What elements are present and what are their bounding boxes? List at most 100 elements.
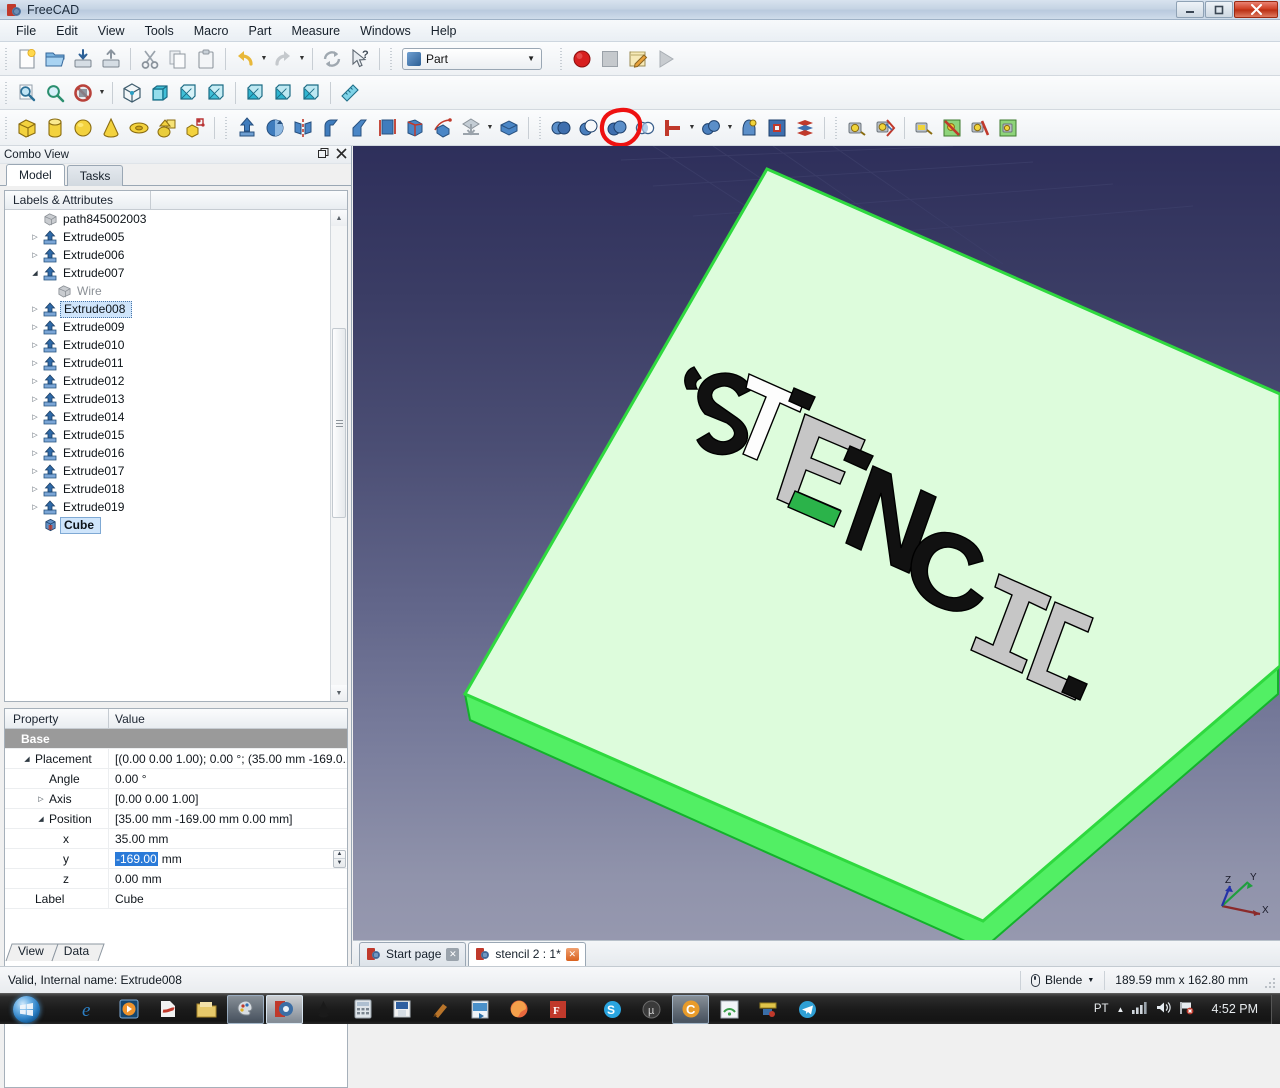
tree-expander-icon[interactable]: ▷ — [29, 503, 41, 511]
speaker-icon[interactable] — [1156, 1001, 1172, 1017]
toolbar-grip[interactable] — [223, 116, 230, 139]
tree-expander-icon[interactable]: ▷ — [29, 413, 41, 421]
menu-file[interactable]: File — [6, 21, 46, 41]
toolbar-grip[interactable] — [388, 47, 395, 70]
tree-item-extrude006[interactable]: ▷ Extrude006 — [5, 246, 331, 264]
minimize-button[interactable] — [1176, 1, 1204, 18]
measure-clear-all-button[interactable] — [966, 114, 994, 142]
tab-stencil-document[interactable]: stencil 2 : 1* ✕ — [468, 941, 586, 966]
menu-part[interactable]: Part — [239, 21, 282, 41]
taskbar-media-player[interactable] — [110, 995, 147, 1024]
new-document-button[interactable] — [13, 45, 41, 73]
toolbar-grip[interactable] — [833, 116, 840, 139]
toolbar-grip[interactable] — [3, 81, 10, 104]
tree-expander-icon[interactable]: ▷ — [29, 323, 41, 331]
taskbar-calculator[interactable] — [344, 995, 381, 1024]
tree-expander-icon[interactable]: ▷ — [29, 359, 41, 367]
tab-model[interactable]: Model — [6, 164, 65, 186]
property-expander-icon[interactable]: ◢ — [19, 755, 35, 763]
refresh-button[interactable] — [318, 45, 346, 73]
tree-item-extrude014[interactable]: ▷ Extrude014 — [5, 408, 331, 426]
tree-expander-icon[interactable]: ▷ — [29, 377, 41, 385]
close-icon[interactable] — [336, 148, 347, 162]
defeaturing-button[interactable] — [763, 114, 791, 142]
tree-item-extrude010[interactable]: ▷ Extrude010 — [5, 336, 331, 354]
fit-all-button[interactable] — [13, 79, 41, 107]
tree-expander-icon[interactable]: ▷ — [29, 395, 41, 403]
ruled-surface-button[interactable] — [373, 114, 401, 142]
section-dropdown-arrow[interactable]: ▼ — [485, 116, 495, 140]
taskbar-file-explorer[interactable] — [188, 995, 225, 1024]
section-button[interactable] — [457, 114, 485, 142]
taskbar-floppy-app[interactable] — [383, 995, 420, 1024]
signal-bars-icon[interactable] — [1132, 1001, 1148, 1017]
tree-expander-icon[interactable]: ▷ — [29, 305, 41, 313]
tree-expander-icon[interactable]: ◢ — [29, 269, 41, 277]
fit-selection-button[interactable] — [41, 79, 69, 107]
taskbar-gimp[interactable] — [422, 995, 459, 1024]
tree-expander-icon[interactable]: ▷ — [29, 431, 41, 439]
taskbar-wifi-app[interactable] — [711, 995, 748, 1024]
chamfer-button[interactable] — [345, 114, 373, 142]
property-row-label[interactable]: Label Cube — [5, 889, 347, 909]
property-row-base[interactable]: Base — [5, 729, 347, 749]
tab-data[interactable]: Data — [50, 943, 105, 962]
cone-primitive-button[interactable] — [97, 114, 125, 142]
isometric-view-button[interactable] — [118, 79, 146, 107]
tree-item-extrude013[interactable]: ▷ Extrude013 — [5, 390, 331, 408]
measure-refresh-button[interactable] — [910, 114, 938, 142]
macro-edit-button[interactable] — [624, 45, 652, 73]
measure-toggle-3d-button[interactable] — [994, 114, 1022, 142]
whats-this-button[interactable]: ? — [346, 45, 374, 73]
taskbar-utorrent[interactable]: µ — [633, 995, 670, 1024]
close-button[interactable] — [1234, 1, 1278, 18]
property-value-selected[interactable]: -169.00 — [115, 851, 158, 866]
tree-item-path845002003[interactable]: path845002003 — [5, 210, 331, 228]
join-dropdown-arrow[interactable]: ▼ — [687, 116, 697, 140]
taskbar-freecad[interactable] — [266, 994, 303, 1024]
value-stepper[interactable]: ▲ ▼ — [333, 849, 346, 868]
sphere-primitive-button[interactable] — [69, 114, 97, 142]
top-view-button[interactable] — [174, 79, 202, 107]
paste-button[interactable] — [192, 45, 220, 73]
tree-item-extrude015[interactable]: ▷ Extrude015 — [5, 426, 331, 444]
property-row-placement[interactable]: ◢ Placement [(0.00 0.00 1.00); 0.00 °; (35… — [5, 749, 347, 769]
left-view-button[interactable] — [297, 79, 325, 107]
tree-item-extrude012[interactable]: ▷ Extrude012 — [5, 372, 331, 390]
measure-angular-button[interactable] — [871, 114, 899, 142]
compound-tools-button[interactable] — [791, 114, 819, 142]
tab-tasks[interactable]: Tasks — [66, 165, 124, 186]
extrude-button[interactable] — [233, 114, 261, 142]
right-view-button[interactable] — [202, 79, 230, 107]
maximize-button[interactable] — [1205, 1, 1233, 18]
split-button[interactable] — [697, 114, 725, 142]
taskbar-telegram[interactable] — [789, 995, 826, 1024]
measure-linear-button[interactable] — [843, 114, 871, 142]
save-document-button[interactable] — [69, 45, 97, 73]
measure-button[interactable] — [336, 79, 364, 107]
stencil-plate-model[interactable] — [353, 146, 1280, 940]
menu-macro[interactable]: Macro — [184, 21, 239, 41]
tree-item-extrude009[interactable]: ▷ Extrude009 — [5, 318, 331, 336]
scrollbar-thumb[interactable] — [332, 328, 346, 518]
property-row-angle[interactable]: Angle 0.00 ° — [5, 769, 347, 789]
toolbar-grip[interactable] — [3, 47, 10, 70]
navigation-style-selector[interactable]: Blende ▼ — [1019, 970, 1104, 990]
macro-record-button[interactable] — [568, 45, 596, 73]
tree-item-extrude011[interactable]: ▷ Extrude011 — [5, 354, 331, 372]
toolbar-grip[interactable] — [558, 47, 565, 70]
menu-help[interactable]: Help — [421, 21, 467, 41]
check-geometry-button[interactable] — [735, 114, 763, 142]
tree-item-extrude018[interactable]: ▷ Extrude018 — [5, 480, 331, 498]
property-row-axis[interactable]: ▷ Axis [0.00 0.00 1.00] — [5, 789, 347, 809]
save-as-button[interactable] — [97, 45, 125, 73]
scroll-up-arrow[interactable]: ▲ — [331, 210, 347, 226]
tray-show-hidden-icon[interactable]: ▲ — [1117, 1005, 1125, 1014]
copy-button[interactable] — [164, 45, 192, 73]
tree-expander-icon[interactable]: ▷ — [29, 467, 41, 475]
measure-toggle-all-button[interactable] — [938, 114, 966, 142]
show-desktop-button[interactable] — [1271, 994, 1280, 1024]
loft-button[interactable] — [401, 114, 429, 142]
toolbar-grip[interactable] — [537, 116, 544, 139]
taskbar-paint[interactable] — [227, 994, 264, 1024]
